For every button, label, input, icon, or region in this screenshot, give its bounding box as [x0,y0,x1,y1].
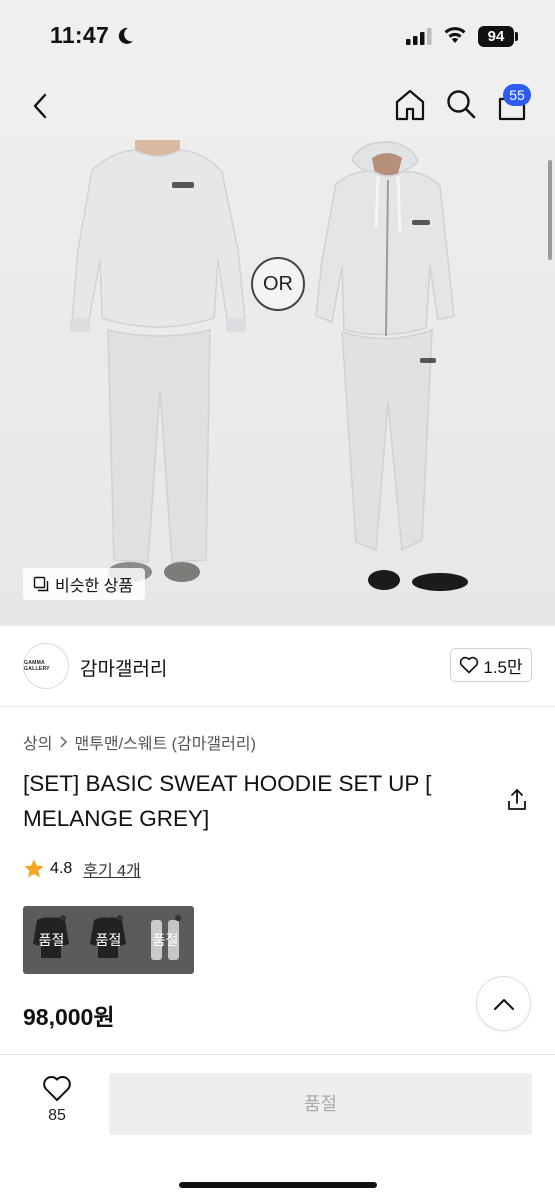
chevron-up-icon [493,998,514,1010]
wishlist-count: 85 [48,1107,66,1124]
product-price: 98,000원 [23,1004,115,1030]
moon-icon [118,27,133,44]
option-thumbnail[interactable]: 품절 [137,906,194,974]
breadcrumb-category[interactable]: 상의 [23,730,52,754]
rating-row: 4.8 후기 4개 [23,857,141,881]
similar-products-label: 비슷한 상품 [55,578,134,595]
brand-logo-text: GAMMA GALLERY [24,660,50,672]
wishlist-button[interactable]: 85 [36,1075,78,1135]
option-soldout-label: 품절 [38,932,65,948]
battery-tip [515,32,518,41]
soldout-button[interactable]: 품절 [109,1073,532,1135]
share-icon[interactable] [506,788,528,812]
status-bar: 11:47 94 [0,0,555,76]
cart-count-badge: 55 [503,84,531,106]
search-icon[interactable] [445,88,477,120]
scroll-to-top-button[interactable] [476,976,531,1031]
copy-icon [33,576,49,592]
option-thumbnails: 품절 품절 품절 [23,906,194,974]
product-image[interactable]: OR 비슷한 상품 [0,140,555,626]
chevron-right-icon [60,736,68,748]
option-thumbnail[interactable]: 품절 [23,906,80,974]
divider [0,706,555,707]
wifi-icon [444,27,466,43]
status-time: 11:47 [50,22,110,48]
brand-name[interactable]: 감마갤러리 [80,654,167,681]
star-icon [24,859,44,878]
rating-value: 4.8 [50,860,73,877]
heart-icon [43,1075,71,1101]
brand-like-button[interactable]: 1.5만 [450,648,532,682]
breadcrumb: 상의 맨투맨/스웨트 (감마갤러리) [23,730,256,754]
brand-row: GAMMA GALLERY 감마갤러리 1.5만 [0,626,555,706]
option-thumbnail[interactable]: 품절 [80,906,137,974]
home-icon[interactable] [394,88,426,122]
option-soldout-label: 품절 [152,932,179,948]
brand-like-count: 1.5만 [483,657,523,677]
image-scroll-indicator [548,160,552,260]
back-chevron-icon[interactable] [26,90,56,122]
signal-icon [406,28,432,45]
product-title: [SET] BASIC SWEAT HOODIE SET UP [ MELANG… [23,771,432,831]
model-sweatshirt-illustration [70,140,468,591]
battery-icon: 94 [478,26,514,47]
home-indicator [179,1182,377,1188]
heart-icon [460,656,479,674]
option-soldout-label: 품절 [95,932,122,948]
breadcrumb-subcategory[interactable]: 맨투맨/스웨트 (감마갤러리) [74,730,255,754]
review-count-link[interactable]: 후기 4개 [83,857,141,881]
or-badge: OR [251,257,305,311]
similar-products-button[interactable]: 비슷한 상품 [23,568,146,600]
top-nav-bar [0,76,555,140]
brand-logo[interactable]: GAMMA GALLERY [23,643,69,689]
bottom-action-bar: 85 품절 [0,1054,555,1200]
